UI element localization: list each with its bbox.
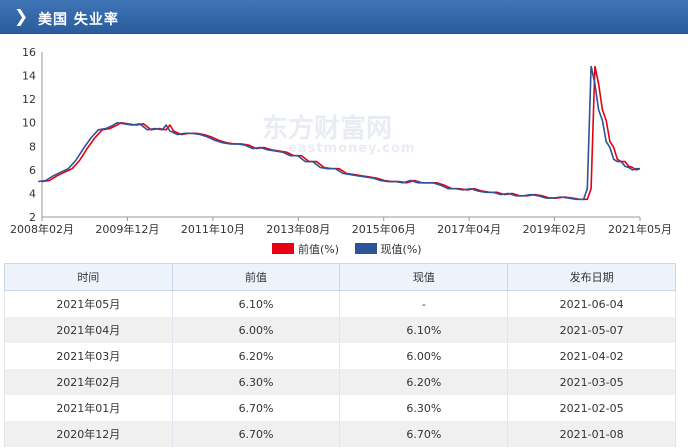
cell-time: 2021年04月	[4, 317, 173, 343]
cell-previous: 6.10%	[171, 290, 341, 317]
legend-label-previous: 前值(%)	[298, 243, 340, 256]
cell-release-date: 2021-04-02	[507, 343, 676, 369]
cell-previous: 6.30%	[171, 369, 341, 395]
column-header-release-date: 发布日期	[507, 263, 676, 291]
y-tick-label: 14	[22, 70, 36, 83]
unemployment-chart: 2 4 6 8 10 12 14 16 2008年02月 2009年12月 2011年10月 2013…	[0, 38, 688, 260]
column-header-previous: 前值	[171, 263, 341, 291]
cell-time: 2021年01月	[4, 395, 173, 421]
x-tick-label: 2009年12月	[95, 222, 159, 236]
legend-swatch-previous	[272, 243, 294, 254]
cell-time: 2021年05月	[4, 290, 173, 317]
series-line-current	[38, 65, 640, 201]
panel-title: 美国 失业率	[38, 12, 119, 28]
legend-label-current: 现值(%)	[380, 243, 422, 256]
x-tick-label: 2013年08月	[266, 222, 330, 236]
chevron-right-icon[interactable]: ❯	[14, 7, 28, 27]
cell-time: 2021年03月	[4, 343, 173, 369]
cell-time: 2020年12月	[4, 421, 173, 447]
cell-release-date: 2021-06-04	[507, 290, 676, 317]
cell-previous: 6.20%	[171, 343, 341, 369]
table-row: 2021年03月 6.20% 6.00% 2021-04-02	[4, 343, 676, 369]
y-tick-label: 6	[29, 164, 36, 177]
cell-current: -	[339, 290, 509, 317]
column-header-current: 现值	[339, 263, 509, 291]
legend-item-previous[interactable]: 前值(%)	[272, 241, 339, 257]
chart-svg: 2468101214162008年02月 2009年12月 2011年10月 2013…	[10, 46, 672, 236]
column-header-time: 时间	[4, 263, 173, 291]
cell-current: 6.20%	[339, 369, 509, 395]
panel-header: ❯ 美国 失业率	[0, 0, 688, 34]
x-tick-label: 2019年02月	[523, 222, 587, 236]
cell-time: 2021年02月	[4, 369, 173, 395]
y-tick-label: 4	[29, 187, 36, 200]
table-row: 2021年02月 6.30% 6.20% 2021-03-05	[4, 369, 676, 395]
cell-release-date: 2021-02-05	[507, 395, 676, 421]
cell-current: 6.30%	[339, 395, 509, 421]
x-tick-label: 2021年05月	[608, 222, 672, 236]
cell-previous: 6.70%	[171, 395, 341, 421]
cell-current: 6.10%	[339, 317, 509, 343]
x-tick-label: 2011年10月	[181, 222, 245, 236]
y-tick-label: 16	[22, 46, 36, 59]
x-tick-label: 2008年02月	[10, 222, 74, 236]
y-tick-label: 8	[29, 140, 36, 153]
chart-legend: 前值(%) 现值(%)	[272, 241, 434, 257]
table-row: 2020年12月 6.70% 6.70% 2021-01-08	[4, 421, 676, 447]
series-line-previous	[41, 65, 641, 201]
cell-previous: 6.00%	[171, 317, 341, 343]
cell-release-date: 2021-01-08	[507, 421, 676, 447]
cell-release-date: 2021-05-07	[507, 317, 676, 343]
table-row: 2021年01月 6.70% 6.30% 2021-02-05	[4, 395, 676, 421]
legend-item-current[interactable]: 现值(%)	[354, 241, 422, 257]
y-tick-label: 10	[22, 117, 36, 130]
table-row: 2021年04月 6.00% 6.10% 2021-05-07	[4, 317, 676, 343]
y-tick-label: 12	[22, 93, 36, 106]
cell-release-date: 2021-03-05	[507, 369, 676, 395]
cell-current: 6.00%	[339, 343, 509, 369]
x-tick-label: 2015年06月	[352, 222, 416, 236]
table-header-row: 时间 前值 现值 发布日期	[4, 263, 676, 291]
legend-swatch-current	[354, 243, 377, 254]
cell-current: 6.70%	[339, 421, 509, 447]
table-row: 2021年05月 6.10% - 2021-06-04	[4, 290, 676, 317]
x-tick-label: 2017年04月	[437, 222, 501, 236]
data-table: 时间 前值 现值 发布日期 2021年05月 6.10% - 2021-06-0…	[4, 263, 676, 447]
cell-previous: 6.70%	[171, 421, 341, 447]
